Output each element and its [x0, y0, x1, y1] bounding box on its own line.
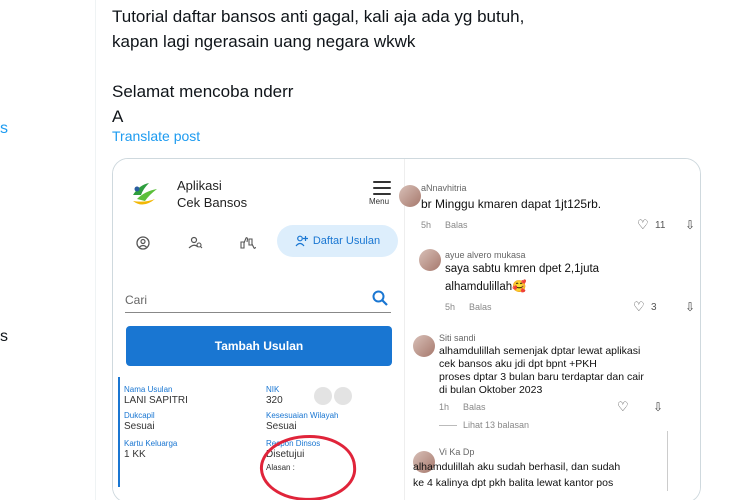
like-count: 3 — [651, 302, 657, 313]
redaction-blur — [314, 387, 332, 405]
field-dukcapil: Dukcapil Sesuai — [124, 411, 155, 432]
app-title: Aplikasi Cek Bansos — [177, 178, 248, 210]
card-accent-bar — [118, 377, 120, 487]
avatar — [413, 335, 435, 357]
tab-daftar-label: Daftar Usulan — [312, 235, 381, 247]
rail-fragment-bottom: s — [0, 328, 8, 345]
add-person-icon — [295, 235, 308, 247]
comment-text: br Minggu kmaren dapat 1jt125rb. — [421, 197, 602, 211]
search-icon[interactable] — [371, 289, 389, 307]
dislike-icon[interactable]: ⇩ — [685, 300, 695, 314]
translate-post-link[interactable]: Translate post — [112, 128, 200, 144]
usulan-card[interactable]: Nama Usulan LANI SAPITRI NIK 320 Dukcapi… — [118, 377, 403, 500]
comment-text: proses dptar 3 bulan baru terdaptar dan … — [439, 371, 644, 383]
comment-text: cek bansos aku jdi dpt bpnt +PKH — [439, 358, 597, 370]
comment-text: di bulan Oktober 2023 — [439, 384, 543, 396]
avatar — [419, 249, 441, 271]
field-nama: Nama Usulan LANI SAPITRI — [124, 385, 188, 406]
tambah-usulan-button[interactable]: Tambah Usulan — [126, 326, 392, 366]
tab-daftar-usulan[interactable]: Daftar Usulan — [277, 225, 398, 257]
post-line: Tutorial daftar bansos anti gagal, kali … — [112, 7, 525, 26]
post-line: A — [112, 107, 124, 126]
post-line: kapan lagi ngerasain uang negara wkwk — [112, 32, 416, 51]
comments-screenshot: aNnavhitria br Minggu kmaren dapat 1jt12… — [399, 159, 700, 500]
comment-text: alhamdulillah aku sudah berhasil, dan su… — [413, 461, 621, 473]
search-placeholder: Cari — [125, 293, 148, 307]
left-rail: s s — [0, 0, 96, 500]
thumbs-icon[interactable] — [237, 233, 257, 253]
field-wilayah: Kesesuaian Wilayah Sesuai — [266, 411, 339, 432]
heart-icon[interactable]: ♡ — [633, 299, 645, 315]
thread-line — [667, 431, 668, 491]
bansos-logo-icon — [133, 183, 157, 205]
comment-username: Vi Ka Dp — [439, 447, 475, 457]
reply-link[interactable]: Balas — [469, 302, 492, 312]
comment-meta: 5h Balas — [421, 220, 468, 230]
dislike-icon[interactable]: ⇩ — [685, 218, 695, 232]
view-replies-link[interactable]: Lihat 13 balasan — [439, 420, 529, 430]
like-count: 11 — [655, 220, 666, 231]
redaction-blur — [334, 387, 352, 405]
search-field[interactable]: Cari — [125, 289, 391, 313]
comment-meta: 1h Balas — [439, 402, 486, 412]
comment-meta: 5h Balas — [445, 302, 492, 312]
search-person-icon[interactable] — [185, 233, 205, 253]
profile-icon[interactable] — [133, 233, 153, 253]
rail-fragment-top: s — [0, 120, 8, 137]
comment-text: alhamdulillah semenjak dptar lewat aplik… — [439, 345, 641, 357]
comment-text: saya sabtu kmren dpet 2,1juta — [445, 263, 600, 275]
app-screenshot: Aplikasi Cek Bansos Menu Daftar Usulan C… — [113, 159, 405, 500]
comment-username: ayue alvero mukasa — [445, 250, 526, 260]
heart-icon[interactable]: ♡ — [617, 399, 629, 415]
field-kartu-keluarga: Kartu Keluarga 1 KK — [124, 439, 178, 460]
dislike-icon[interactable]: ⇩ — [653, 400, 663, 414]
avatar — [399, 185, 421, 207]
comment-text: alhamdulillah🥰 — [445, 281, 527, 293]
comment-username: aNnavhitria — [421, 183, 467, 193]
heart-icon[interactable]: ♡ — [637, 217, 649, 233]
field-nik: NIK 320 — [266, 385, 283, 406]
menu-label: Menu — [369, 197, 390, 206]
post-media[interactable]: Aplikasi Cek Bansos Menu Daftar Usulan C… — [112, 158, 701, 500]
reply-link[interactable]: Balas — [463, 402, 486, 412]
post-line: Selamat mencoba nderr — [112, 82, 294, 101]
comment-text: ke 4 kalinya dpt pkh balita lewat kantor… — [413, 477, 614, 489]
reply-link[interactable]: Balas — [445, 220, 468, 230]
post-line-blank — [112, 54, 712, 79]
post-text: Tutorial daftar bansos anti gagal, kali … — [112, 4, 712, 129]
comment-username: Siti sandi — [439, 333, 476, 343]
